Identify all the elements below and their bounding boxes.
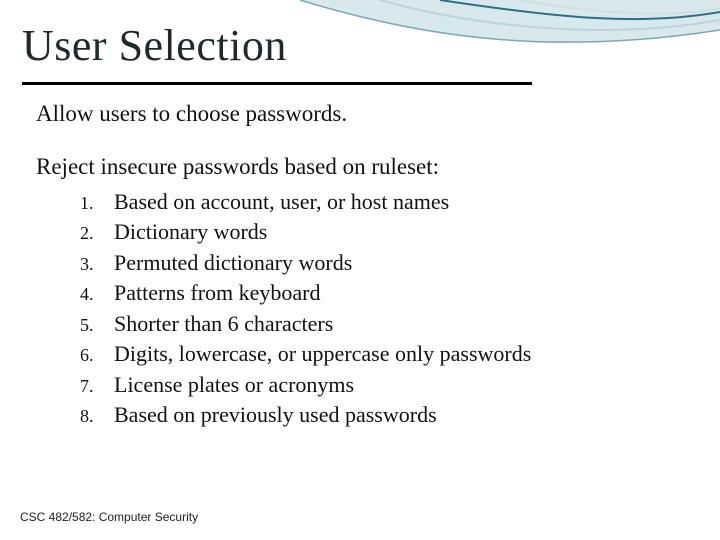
list-number: 1. <box>80 192 114 215</box>
list-text: Digits, lowercase, or uppercase only pas… <box>114 340 531 368</box>
slide-body: Allow users to choose passwords. Reject … <box>36 100 686 432</box>
list-text: Based on previously used passwords <box>114 401 437 429</box>
list-item: 8. Based on previously used passwords <box>80 401 686 429</box>
list-number: 2. <box>80 222 114 245</box>
list-text: License plates or acronyms <box>114 371 354 399</box>
list-text: Shorter than 6 characters <box>114 310 333 338</box>
list-text: Dictionary words <box>114 218 267 246</box>
list-number: 3. <box>80 253 114 276</box>
slide-title: User Selection <box>22 20 287 71</box>
list-item: 1. Based on account, user, or host names <box>80 188 686 216</box>
list-item: 6. Digits, lowercase, or uppercase only … <box>80 340 686 368</box>
list-text: Permuted dictionary words <box>114 249 352 277</box>
slide: User Selection Allow users to choose pas… <box>0 0 720 540</box>
list-item: 4. Patterns from keyboard <box>80 279 686 307</box>
list-number: 4. <box>80 283 114 306</box>
list-number: 7. <box>80 375 114 398</box>
list-item: 3. Permuted dictionary words <box>80 249 686 277</box>
list-item: 2. Dictionary words <box>80 218 686 246</box>
list-text: Patterns from keyboard <box>114 279 321 307</box>
list-text: Based on account, user, or host names <box>114 188 449 216</box>
list-item: 7. License plates or acronyms <box>80 371 686 399</box>
title-underline <box>22 82 532 85</box>
list-number: 5. <box>80 314 114 337</box>
list-number: 6. <box>80 344 114 367</box>
ruleset-list: 1. Based on account, user, or host names… <box>36 188 686 429</box>
paragraph-intro: Allow users to choose passwords. <box>36 100 686 129</box>
slide-footer: CSC 482/582: Computer Security <box>20 510 198 524</box>
list-item: 5. Shorter than 6 characters <box>80 310 686 338</box>
paragraph-ruleset: Reject insecure passwords based on rules… <box>36 153 686 182</box>
list-number: 8. <box>80 405 114 428</box>
